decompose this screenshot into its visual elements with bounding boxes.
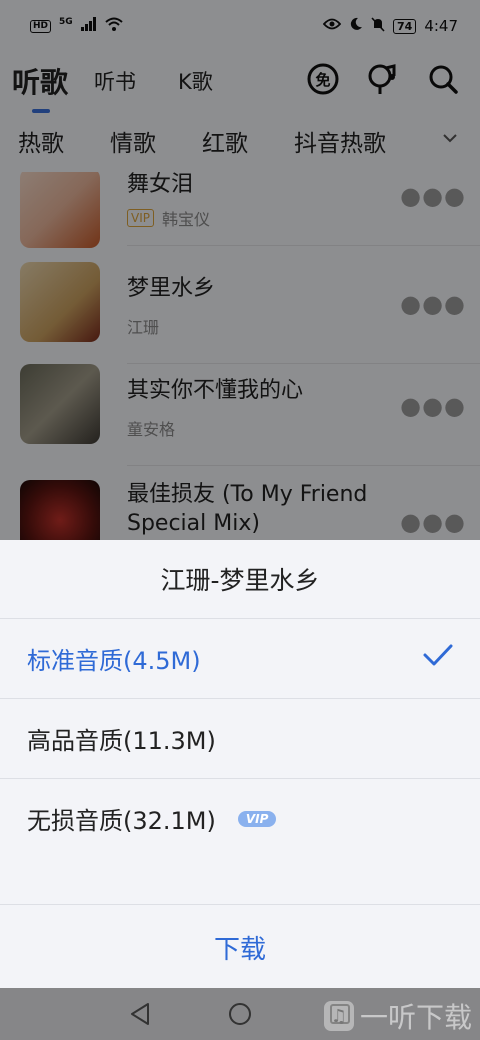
watermark-logo-icon: ♫: [323, 1001, 354, 1031]
checkmark-icon: [422, 643, 454, 673]
watermark: ♫ 一听下载: [323, 996, 472, 1036]
quality-option-standard[interactable]: 标准音质(4.5M): [0, 618, 480, 698]
watermark-text: 一听下载: [359, 1001, 472, 1034]
quality-sheet: 江珊-梦里水乡 标准音质(4.5M) 高品音质(11.3M) 无损音质(32.1…: [0, 540, 480, 988]
quality-option-lossless[interactable]: 无损音质(32.1M) VIP: [0, 778, 480, 858]
sheet-title: 江珊-梦里水乡: [160, 566, 320, 595]
modal-overlay[interactable]: [0, 0, 480, 540]
quality-option-label: 高品音质(11.3M): [27, 727, 216, 755]
quality-option-label: 无损音质(32.1M): [27, 807, 216, 835]
back-icon[interactable]: [125, 999, 155, 1029]
vip-badge: VIP: [237, 810, 277, 827]
quality-option-high[interactable]: 高品音质(11.3M): [0, 698, 480, 778]
quality-option-label: 标准音质(4.5M): [27, 647, 201, 675]
home-icon[interactable]: [225, 999, 255, 1029]
download-button[interactable]: 下载: [0, 904, 480, 988]
